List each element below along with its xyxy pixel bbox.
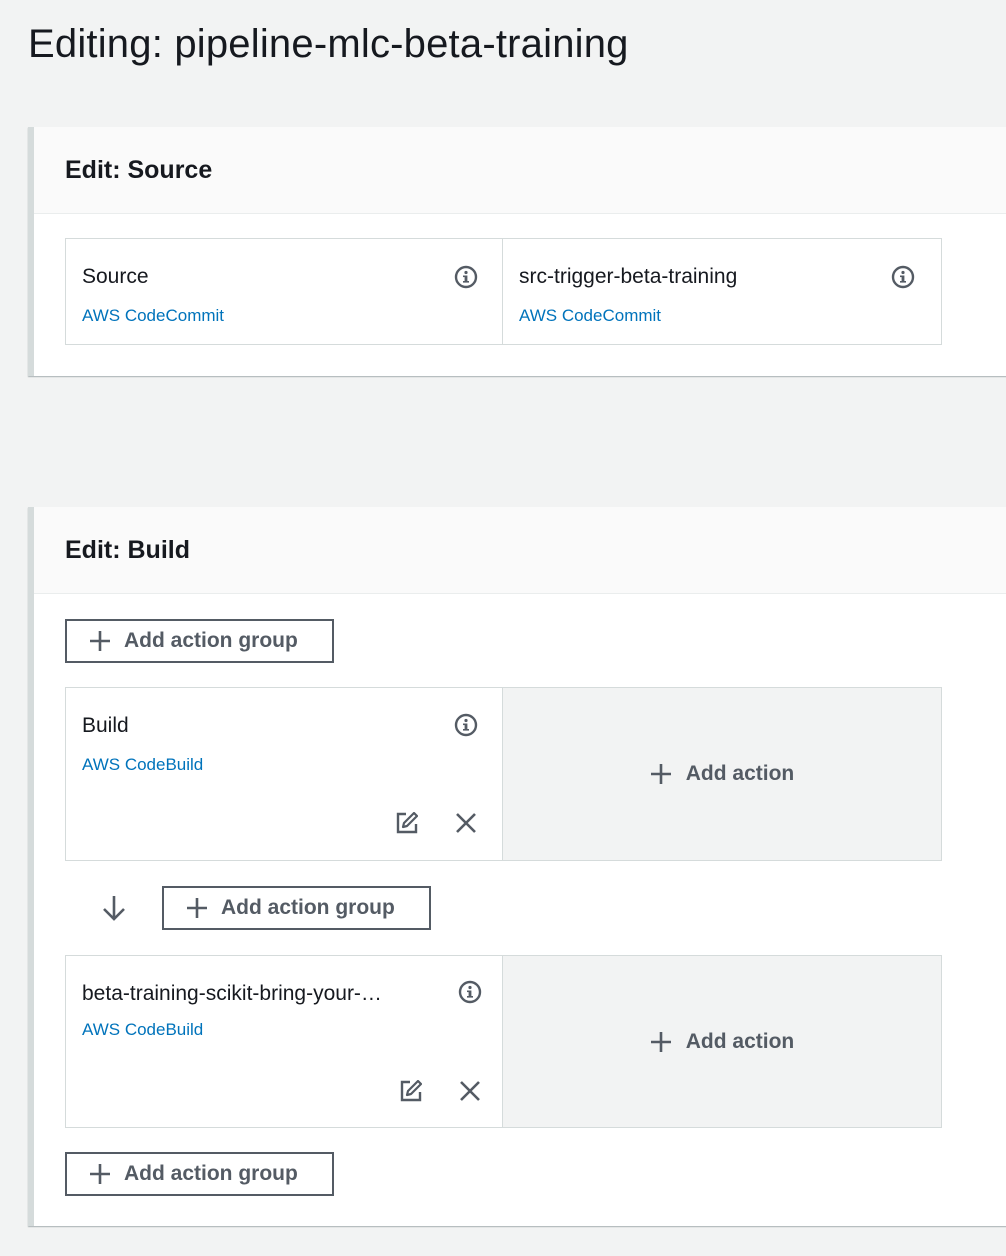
action-provider-link[interactable]: AWS CodeCommit — [519, 306, 661, 326]
info-icon[interactable] — [454, 713, 478, 737]
action-group: Build AWS CodeBuild Add action — [65, 687, 942, 861]
action-card-source: Source AWS CodeCommit — [65, 238, 503, 345]
build-stage: Edit: Build Add action group Build AWS C… — [28, 507, 1006, 1226]
action-provider-link[interactable]: AWS CodeBuild — [82, 1020, 203, 1040]
plus-icon — [89, 630, 111, 652]
stage-title: Edit: Build — [65, 535, 190, 564]
action-provider-link[interactable]: AWS CodeBuild — [82, 755, 203, 775]
action-provider-link[interactable]: AWS CodeCommit — [82, 306, 224, 326]
action-group: Source AWS CodeCommit src-trigger-beta-t… — [65, 238, 942, 345]
add-action-button[interactable]: Add action — [503, 687, 942, 861]
add-action-button[interactable]: Add action — [503, 955, 942, 1128]
add-action-group-button[interactable]: Add action group — [65, 619, 334, 663]
action-name: beta-training-scikit-bring-your-… — [82, 982, 382, 1005]
info-icon[interactable] — [891, 265, 915, 289]
info-icon[interactable] — [458, 980, 482, 1004]
stage-header: Edit: Build — [34, 507, 1006, 594]
add-action-group-label: Add action group — [124, 1162, 298, 1185]
plus-icon — [89, 1163, 111, 1185]
add-action-group-label: Add action group — [221, 896, 395, 919]
action-name: Source — [82, 265, 149, 288]
edit-icon[interactable] — [400, 1080, 422, 1102]
add-action-label: Add action — [685, 1029, 795, 1053]
add-action-label: Add action — [685, 762, 795, 785]
close-icon[interactable] — [459, 1080, 481, 1102]
action-card-build: Build AWS CodeBuild — [65, 687, 503, 861]
plus-icon — [650, 763, 672, 785]
edit-icon[interactable] — [396, 812, 418, 834]
action-name: src-trigger-beta-training — [519, 265, 738, 288]
action-name: Build — [82, 714, 129, 737]
page-title: Editing: pipeline-mlc-beta-training — [28, 22, 629, 66]
action-card-src-trigger: src-trigger-beta-training AWS CodeCommit — [503, 238, 942, 345]
plus-icon — [186, 897, 208, 919]
action-card-beta-training: beta-training-scikit-bring-your-… AWS Co… — [65, 955, 503, 1128]
stage-title: Edit: Source — [65, 155, 213, 184]
add-action-group-button[interactable]: Add action group — [65, 1152, 334, 1196]
stage-header: Edit: Source — [34, 127, 1006, 214]
arrow-down-icon — [102, 894, 126, 922]
source-stage: Edit: Source Source AWS CodeCommit src-t… — [28, 127, 1006, 376]
action-group: beta-training-scikit-bring-your-… AWS Co… — [65, 955, 942, 1128]
plus-icon — [650, 1031, 672, 1053]
add-action-group-label: Add action group — [124, 629, 298, 652]
add-action-group-button[interactable]: Add action group — [162, 886, 431, 930]
info-icon[interactable] — [454, 265, 478, 289]
close-icon[interactable] — [455, 812, 477, 834]
